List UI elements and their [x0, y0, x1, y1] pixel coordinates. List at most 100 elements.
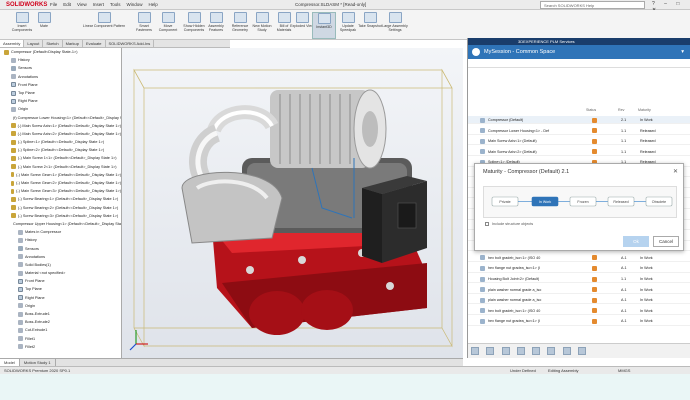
structure-icon[interactable] — [471, 347, 479, 355]
tree-item[interactable]: Compressor (Default<Display State-1>) — [0, 48, 121, 56]
tree-item[interactable]: Origin — [0, 302, 121, 310]
tree-item[interactable]: Top Plane — [0, 285, 121, 293]
ribbon-button[interactable]: Reference Geometry — [228, 12, 252, 39]
lock-icon[interactable] — [592, 149, 597, 155]
tree-item[interactable]: Solid Bodies(1) — [0, 261, 121, 269]
graphics-area[interactable] — [122, 48, 463, 358]
lock-icon[interactable] — [592, 287, 597, 293]
ok-button[interactable]: Ok — [623, 236, 649, 247]
plm-row[interactable]: Main Screw Axis<1> (Default) 1.1 Released — [468, 137, 690, 146]
plm-row[interactable]: Compressor Lower Housing<1> - Def 1.1 Rele… — [468, 127, 690, 135]
compressor-model[interactable] — [122, 48, 463, 358]
tree-item[interactable]: Material <not specified> — [0, 269, 121, 277]
tree-item[interactable]: Sensors — [0, 245, 121, 253]
lock-icon[interactable] — [592, 308, 597, 314]
tree-item[interactable]: Mates in Compressor — [0, 228, 121, 236]
status-units[interactable]: MMGS — [618, 367, 630, 374]
lock-icon[interactable] — [592, 138, 597, 144]
tree-item[interactable]: (-) Main Screw Axis<1> (Default<<Default… — [0, 122, 121, 130]
plm-row[interactable]: plain washer normal grade a_iso A.1 In Wor… — [468, 296, 690, 305]
lock-icon[interactable] — [592, 128, 597, 134]
cancel-button[interactable]: Cancel — [653, 236, 679, 247]
tree-item[interactable]: History — [0, 56, 121, 64]
tree-item[interactable]: Origin — [0, 105, 121, 113]
refresh-icon[interactable] — [532, 347, 541, 355]
tree-item[interactable]: Compressor Upper Housing<1> (Default<<De… — [0, 220, 121, 228]
ribbon-button[interactable]: Large Assembly Settings — [380, 12, 410, 39]
tree-item[interactable]: Right Plane — [0, 294, 121, 302]
tree-item[interactable]: Cut-Extrude1 — [0, 326, 121, 334]
tree-item[interactable]: (-) Screw Bearing<2> (Default<<Default>_… — [0, 204, 121, 212]
ribbon-button[interactable]: Insert Components — [10, 12, 34, 39]
tree-item[interactable]: Front Plane — [0, 277, 121, 285]
user-avatar-icon[interactable] — [472, 48, 480, 56]
menu-item[interactable]: Help — [149, 2, 158, 7]
ribbon-button[interactable]: Mate — [32, 12, 56, 39]
tree-item[interactable]: (-) Spline<2> (Default<<Default>_Display… — [0, 146, 121, 154]
tree-item[interactable]: (-) Main Screw Gear<1> (Default<<Default… — [0, 171, 121, 179]
motor-cylinder[interactable] — [270, 89, 387, 169]
plm-row[interactable]: Main Screw Axis<2> (Default) 1.1 Released — [468, 148, 690, 156]
command-tab[interactable]: SOLIDWORKS Add-Ins — [106, 40, 155, 47]
ribbon-button[interactable]: New Motion Study — [250, 12, 274, 39]
plm-space-bar[interactable]: MySession - Common Space ▾ — [468, 45, 690, 59]
lock-icon[interactable] — [592, 276, 597, 282]
tree-item[interactable]: Sensors — [0, 64, 121, 72]
menu-item[interactable]: Insert — [93, 2, 104, 7]
lock-icon[interactable] — [592, 318, 597, 324]
tree-item[interactable]: Annotations — [0, 73, 121, 81]
tree-item[interactable]: (-) Main Screw Gear<3> (Default<<Default… — [0, 187, 121, 195]
lock-icon[interactable] — [592, 297, 597, 303]
maturity-state[interactable]: Released — [607, 196, 635, 207]
menu-item[interactable]: Window — [127, 2, 143, 7]
plm-row[interactable]: hex flange nut gradea_iso<1> (I A.1 In Wor… — [468, 264, 690, 273]
maturity-state[interactable]: Private — [491, 196, 519, 207]
ribbon-button[interactable]: Move Component — [156, 12, 180, 39]
tree-item[interactable]: (-) Screw Bearing<1> (Default<<Default>_… — [0, 195, 121, 203]
maturity-state[interactable]: Obsolete — [645, 196, 673, 207]
save-icon[interactable] — [516, 347, 525, 355]
ribbon-button[interactable]: Exploded View — [290, 12, 314, 39]
menu-item[interactable]: View — [77, 2, 87, 7]
tree-item[interactable]: History — [0, 236, 121, 244]
lock-icon[interactable] — [592, 255, 597, 261]
tree-item[interactable]: (f) Compressor Lower Housing<1> (Default… — [0, 114, 121, 122]
bottom-tab[interactable]: Motion Study 1 — [20, 359, 56, 366]
close-icon[interactable]: ✕ — [673, 168, 678, 175]
attributes-icon[interactable] — [486, 347, 495, 355]
command-tab[interactable]: Markup — [63, 40, 83, 47]
chevron-down-icon[interactable]: ▾ — [681, 45, 684, 59]
plm-row[interactable]: Housing Bolt Joint<2> (Default) 1.1 In Wor… — [468, 275, 690, 284]
search-input[interactable]: Search SOLIDWORKS Help — [540, 1, 645, 9]
tree-item[interactable]: (-) Main Screw 2<1> (Default<<Default>_D… — [0, 163, 121, 171]
lock-icon[interactable] — [592, 265, 597, 271]
bottom-tab[interactable]: Model — [0, 359, 20, 366]
tree-item[interactable]: Boss-Extrude1 — [0, 310, 121, 318]
search-icon[interactable] — [547, 347, 556, 355]
plm-row[interactable]: hex bolt gradeb_iso<1> (ISO 40 A.1 In Work — [468, 254, 690, 262]
ribbon-button[interactable]: Assembly Features — [204, 12, 228, 39]
command-tab[interactable]: Sketch — [43, 40, 63, 47]
command-tab[interactable]: Evaluate — [83, 40, 106, 47]
tree-item[interactable]: Front Plane — [0, 81, 121, 89]
ribbon-button[interactable]: Instant3D — [312, 12, 336, 39]
ribbon-button[interactable]: Take Snapshot — [358, 12, 382, 39]
electrical-box[interactable] — [362, 176, 427, 263]
plm-row[interactable]: Compressor (Default) 2.1 In Work — [468, 116, 690, 125]
tree-item[interactable]: (-) Spline<1> (Default<<Default>_Display… — [0, 138, 121, 146]
tree-item[interactable]: (-) Main Screw 1<1> (Default<<Default>_D… — [0, 154, 121, 162]
tree-item[interactable]: Annotations — [0, 253, 121, 261]
ribbon-button[interactable]: Update Speedpak — [336, 12, 360, 39]
include-structure-checkbox[interactable]: Include structure objects — [485, 222, 533, 226]
ribbon-button[interactable]: Linear Component Pattern — [80, 12, 128, 39]
command-tab[interactable]: Layout — [24, 40, 44, 47]
share-icon[interactable] — [562, 347, 571, 355]
maturity-state[interactable]: Frozen — [569, 196, 597, 207]
tree-item[interactable]: (-) Screw Bearing<3> (Default<<Default>_… — [0, 212, 121, 220]
tree-item[interactable]: Right Plane — [0, 97, 121, 105]
settings-icon[interactable] — [577, 347, 586, 355]
ribbon-button[interactable]: Show Hidden Components — [182, 12, 206, 39]
tree-item[interactable]: (-) Main Screw Axis<2> (Default<<Default… — [0, 130, 121, 138]
plm-row[interactable]: hex bolt gradeb_iso<1> (ISO 40 A.1 In Work — [468, 307, 690, 315]
plm-row[interactable]: hex flange nut gradea_iso<1> (I A.1 In Wor… — [468, 317, 690, 326]
